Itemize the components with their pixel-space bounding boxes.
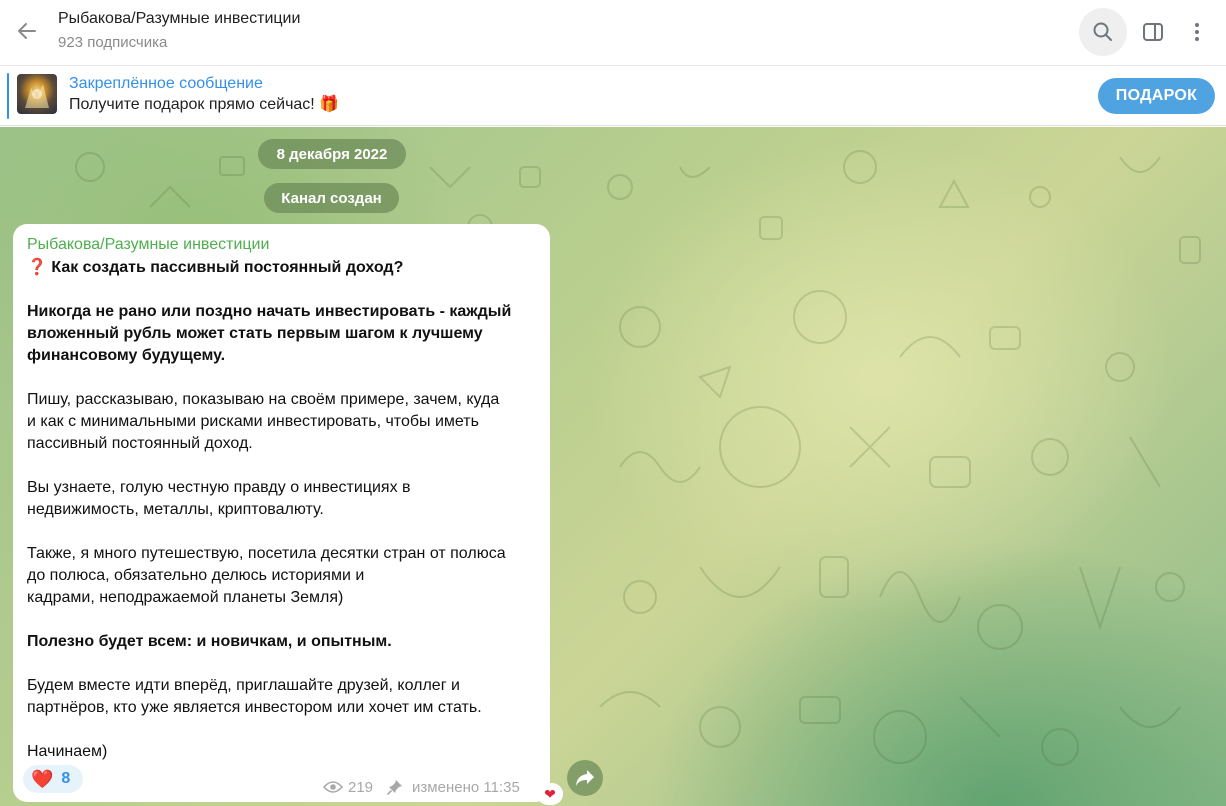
sidebar-toggle-button[interactable]	[1129, 8, 1177, 56]
heart-icon: ❤️	[31, 769, 54, 789]
chat-title-block[interactable]: Рыбакова/Разумные инвестиции 923 подписч…	[58, 9, 300, 52]
message-paragraph: Пишу, рассказываю, показываю на своём пр…	[27, 391, 500, 452]
pinned-title: Закреплённое сообщение	[69, 75, 263, 92]
message-title: ❓ Как создать пассивный постоянный доход…	[27, 259, 404, 276]
view-count: 219	[348, 778, 374, 796]
message-paragraph: Также, я много путешествую, посетила дес…	[27, 545, 506, 606]
edited-timestamp: изменено 11:35	[412, 778, 520, 796]
message-paragraph: Никогда не рано или поздно начать инвест…	[27, 303, 512, 364]
search-icon	[1093, 22, 1112, 41]
message-sender[interactable]: Рыбакова/Разумные инвестиции	[27, 236, 269, 254]
subscriber-count: 923 подписчика	[58, 34, 168, 51]
more-vertical-icon	[1195, 23, 1199, 41]
back-arrow-icon	[18, 23, 36, 39]
eye-icon	[323, 781, 343, 793]
back-button[interactable]	[12, 14, 42, 48]
pinned-preview: Получите подарок прямо сейчас! 🎁	[69, 96, 340, 113]
message-paragraph: Вы узнаете, голую честную правду о инвес…	[27, 479, 411, 518]
date-separator: 8 декабря 2022	[258, 139, 406, 169]
search-button[interactable]	[1079, 8, 1127, 56]
forward-button[interactable]	[567, 760, 603, 796]
chat-header: Рыбакова/Разумные инвестиции 923 подписч…	[0, 0, 1226, 66]
pinned-thumbnail	[17, 74, 57, 114]
pin-icon	[387, 780, 403, 795]
gift-button[interactable]: ПОДАРОК	[1098, 78, 1215, 114]
message-bubble[interactable]: Рыбакова/Разумные инвестиции ❓ Как созда…	[13, 224, 550, 802]
pinned-message-bar[interactable]: Закреплённое сообщение Получите подарок …	[0, 66, 1226, 126]
pinned-text-block: Закреплённое сообщение Получите подарок …	[69, 74, 339, 115]
sidebar-toggle-icon	[1143, 23, 1163, 41]
message-text: ❓ Как создать пассивный постоянный доход…	[27, 257, 537, 763]
message-meta: 219 изменено 11:35	[323, 777, 520, 797]
message-paragraph: Будем вместе идти вперёд, приглашайте др…	[27, 677, 482, 716]
pinned-indicator	[7, 73, 9, 119]
reaction-heart[interactable]: ❤️ 8	[23, 765, 83, 793]
reaction-badge-heart-icon[interactable]: ❤	[537, 783, 563, 805]
service-message: Канал создан	[264, 183, 399, 213]
chat-area[interactable]: 8 декабря 2022 Канал создан Рыбакова/Раз…	[0, 127, 1226, 806]
message-paragraph: Полезно будет всем: и новичкам, и опытны…	[27, 633, 392, 650]
more-options-button[interactable]	[1173, 8, 1221, 56]
reaction-count: 8	[61, 770, 71, 787]
message-paragraph: Начинаем)	[27, 743, 108, 760]
forward-arrow-icon	[576, 770, 594, 786]
chat-title: Рыбакова/Разумные инвестиции	[58, 10, 301, 27]
